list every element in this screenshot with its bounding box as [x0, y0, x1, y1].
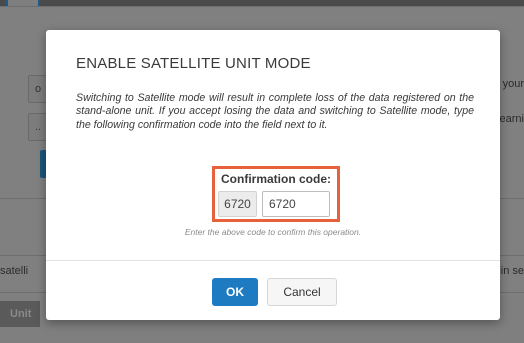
background-right-text-2: earni — [499, 113, 524, 125]
confirmation-code-label: Confirmation code: — [221, 172, 331, 186]
modal-warning-text: Switching to Satellite mode will result … — [76, 92, 474, 131]
background-right-text-1: your — [502, 78, 524, 90]
confirmation-hint: Enter the above code to confirm this ope… — [184, 227, 362, 237]
background-satellite-label: satelli — [0, 265, 29, 277]
ok-button[interactable]: OK — [212, 278, 258, 306]
confirmation-code-box: Confirmation code: 6720 — [212, 166, 340, 222]
enable-satellite-modal: ENABLE SATELLITE UNIT MODE Switching to … — [46, 30, 500, 320]
background-unit-button[interactable]: Unit — [0, 301, 40, 327]
confirmation-code-display: 6720 — [218, 191, 257, 217]
cancel-button[interactable]: Cancel — [267, 278, 337, 306]
modal-title: ENABLE SATELLITE UNIT MODE — [76, 55, 311, 72]
modal-footer-divider — [46, 260, 500, 261]
confirmation-code-input[interactable] — [262, 191, 330, 217]
background-satellite-right-text: in se — [500, 265, 524, 277]
